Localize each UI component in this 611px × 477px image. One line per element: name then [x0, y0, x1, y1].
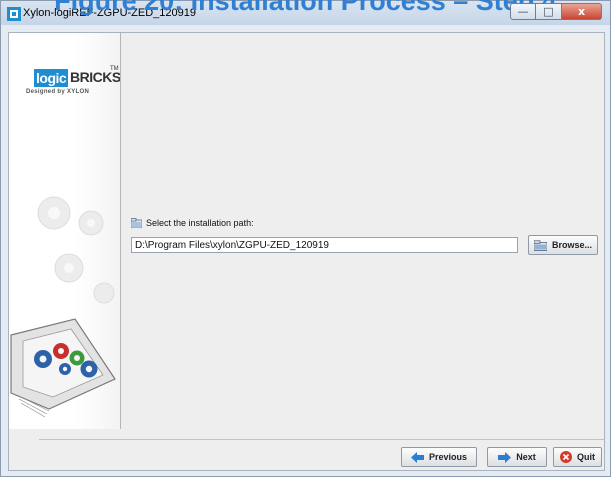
main-panel: Select the installation path: Browse... — [121, 33, 606, 429]
folder-icon — [131, 218, 142, 228]
footer-divider — [39, 439, 604, 440]
window-controls: — □ x — [510, 3, 602, 21]
maximize-button[interactable]: □ — [536, 3, 562, 20]
logo-trademark: TM — [110, 66, 119, 72]
browse-button-label: Browse... — [551, 240, 592, 250]
close-button[interactable]: x — [562, 3, 602, 20]
next-button-label: Next — [516, 452, 536, 462]
arrow-left-icon — [410, 451, 424, 463]
arrow-right-icon — [498, 451, 512, 463]
gears-illustration — [10, 196, 116, 418]
installer-client-area: logic BRICKS TM Designed by XYLON Select… — [8, 32, 605, 471]
previous-button[interactable]: Previous — [401, 447, 477, 467]
quit-icon — [560, 451, 572, 463]
sidebar-panel: logic BRICKS TM Designed by XYLON — [9, 33, 121, 429]
logicbricks-logo: logic BRICKS TM — [25, 55, 120, 91]
quit-button-label: Quit — [577, 452, 595, 462]
previous-button-label: Previous — [428, 452, 468, 462]
logo-logic-text: logic — [34, 69, 69, 87]
path-label-row: Select the installation path: — [131, 218, 254, 228]
browse-button[interactable]: Browse... — [528, 235, 598, 255]
quit-button[interactable]: Quit — [553, 447, 602, 467]
path-label: Select the installation path: — [146, 218, 254, 228]
minimize-button[interactable]: — — [510, 3, 536, 20]
installation-path-input[interactable] — [131, 237, 518, 253]
next-button[interactable]: Next — [487, 447, 547, 467]
installer-window: Xylon-logiREF-ZGPU-ZED_120919 — □ x logi… — [0, 0, 611, 477]
folder-icon — [533, 239, 547, 251]
logo-tagline: Designed by XYLON — [26, 89, 90, 95]
